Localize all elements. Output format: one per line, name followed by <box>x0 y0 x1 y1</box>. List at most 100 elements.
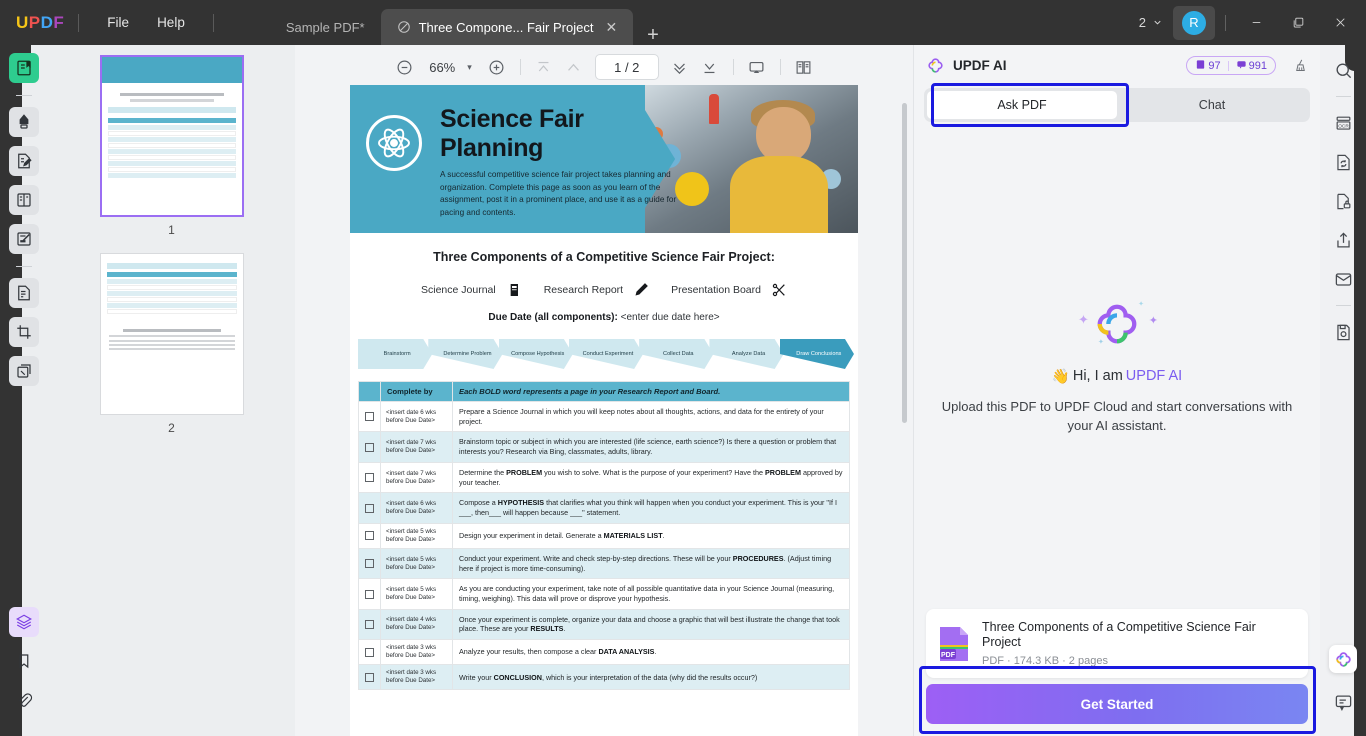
presentation-mode-button[interactable] <box>742 52 772 82</box>
tab-sample-pdf[interactable]: Sample PDF* <box>270 9 381 45</box>
thumbnail-page-2[interactable]: 2 <box>100 253 244 449</box>
row-date: <insert date 3 wks before Due Date> <box>381 640 453 665</box>
updf-ai-fab-button[interactable] <box>1329 645 1357 673</box>
sidebar-item-organize-pages[interactable] <box>9 185 39 215</box>
row-text: Analyze your results, then compose a cle… <box>453 640 850 665</box>
flow-step-active: Draw Conclusions <box>780 339 854 369</box>
row-date: <insert date 3 wks before Due Date> <box>381 665 453 690</box>
row-checkbox-cell[interactable] <box>359 609 381 639</box>
row-checkbox-cell[interactable] <box>359 640 381 665</box>
user-account-button[interactable]: R <box>1173 6 1215 40</box>
sidebar-item-highlighter[interactable] <box>9 107 39 137</box>
vertical-scrollbar[interactable] <box>902 103 907 423</box>
last-page-button[interactable] <box>695 52 725 82</box>
checkbox-icon[interactable] <box>365 412 374 421</box>
sidebar-item-attachment[interactable] <box>9 685 39 715</box>
search-button[interactable] <box>1328 55 1358 85</box>
checkbox-icon[interactable] <box>365 590 374 599</box>
previous-page-button[interactable] <box>559 52 589 82</box>
tab-label: Three Compone... Fair Project <box>419 20 594 35</box>
page-layout-button[interactable] <box>789 52 819 82</box>
tab-three-components[interactable]: Three Compone... Fair Project ✕ <box>381 9 634 45</box>
tab-count-dropdown[interactable]: 2 <box>1131 11 1171 34</box>
first-page-button[interactable] <box>529 52 559 82</box>
checkbox-icon[interactable] <box>365 531 374 540</box>
row-checkbox-cell[interactable] <box>359 579 381 609</box>
checkbox-icon[interactable] <box>365 473 374 482</box>
row-text: Determine the PROBLEM you wish to solve.… <box>453 462 850 492</box>
sidebar-item-convert[interactable] <box>9 278 39 308</box>
ai-file-card[interactable]: PDF Three Components of a Competitive Sc… <box>926 609 1308 678</box>
table-row: <insert date 3 wks before Due Date> Anal… <box>359 640 850 665</box>
sidebar-item-annotate[interactable] <box>9 224 39 254</box>
ai-file-name: Three Components of a Competitive Scienc… <box>982 620 1296 650</box>
row-checkbox-cell[interactable] <box>359 548 381 578</box>
minimize-button[interactable] <box>1236 0 1276 45</box>
tab-close-icon[interactable]: ✕ <box>605 19 617 36</box>
thumbnail-panel[interactable]: 1 <box>48 45 295 736</box>
email-button[interactable] <box>1328 264 1358 294</box>
ocr-button[interactable]: OCR <box>1328 108 1358 138</box>
thumbnail-page-1[interactable]: 1 <box>100 55 244 251</box>
divider <box>780 59 781 75</box>
zoom-dropdown-caret[interactable]: ▾ <box>467 62 472 73</box>
checkbox-icon[interactable] <box>365 648 374 657</box>
close-icon <box>1334 16 1347 29</box>
tab-chat[interactable]: Chat <box>1117 91 1307 119</box>
row-checkbox-cell[interactable] <box>359 493 381 523</box>
comment-icon <box>1334 693 1353 712</box>
save-button[interactable] <box>1328 317 1358 347</box>
close-window-button[interactable] <box>1320 0 1360 45</box>
share-button[interactable] <box>1328 225 1358 255</box>
zoom-out-button[interactable] <box>389 52 419 82</box>
comment-button[interactable] <box>1328 687 1358 717</box>
document-badge-icon <box>1195 59 1206 70</box>
menu-file[interactable]: File <box>93 10 143 35</box>
convert-button[interactable] <box>1328 147 1358 177</box>
updf-application-window: UPDF File Help Sample PDF* Three Compone… <box>0 0 1366 736</box>
bookmark-icon <box>15 652 33 670</box>
checkbox-icon[interactable] <box>365 673 374 682</box>
protect-button[interactable] <box>1328 186 1358 216</box>
row-checkbox-cell[interactable] <box>359 523 381 548</box>
tab-label: Sample PDF* <box>286 20 365 35</box>
zoom-level-value[interactable]: 66% <box>419 60 465 75</box>
waving-hand-icon: 👋 <box>1052 368 1070 385</box>
tab-ask-pdf[interactable]: Ask PDF <box>927 91 1117 119</box>
sidebar-item-crop[interactable] <box>9 317 39 347</box>
document-intro-text: A successful competitive science fair pr… <box>440 169 690 220</box>
component-label: Presentation Board <box>671 284 761 296</box>
row-checkbox-cell[interactable] <box>359 462 381 492</box>
row-checkbox-cell[interactable] <box>359 432 381 462</box>
thumbnail-image <box>100 55 244 217</box>
sidebar-item-reader[interactable] <box>9 53 39 83</box>
page-scroll-area[interactable]: Science Fair Planning A successful compe… <box>295 85 913 736</box>
sparkle-icon: ✦ <box>1098 338 1104 346</box>
sparkle-icon: ✦ <box>1078 312 1089 328</box>
row-checkbox-cell[interactable] <box>359 665 381 690</box>
ocr-icon: OCR <box>1334 114 1353 133</box>
ai-empty-state: ✦ ✦ ✦ ✦ 👋 Hi, I am UPDF AI Up <box>914 122 1320 609</box>
next-page-button[interactable] <box>665 52 695 82</box>
get-started-button[interactable]: Get Started <box>926 684 1308 724</box>
reader-icon <box>15 59 33 77</box>
maximize-button[interactable] <box>1278 0 1318 45</box>
clear-chat-button[interactable] <box>1293 58 1308 73</box>
menu-help[interactable]: Help <box>143 10 199 35</box>
sidebar-item-compress[interactable] <box>9 356 39 386</box>
sidebar-item-bookmark[interactable] <box>9 646 39 676</box>
checkbox-icon[interactable] <box>365 504 374 513</box>
zoom-in-button[interactable] <box>482 52 512 82</box>
checkbox-icon[interactable] <box>365 443 374 452</box>
sidebar-item-edit-pdf[interactable] <box>9 146 39 176</box>
divider <box>1336 305 1351 306</box>
page-indicator[interactable]: 1 / 2 <box>595 54 659 80</box>
due-date-value: <enter due date here> <box>621 312 720 323</box>
checkbox-icon[interactable] <box>365 559 374 568</box>
row-checkbox-cell[interactable] <box>359 402 381 432</box>
table-row: <insert date 6 wks before Due Date> Prep… <box>359 402 850 432</box>
new-tab-button[interactable]: + <box>647 25 659 45</box>
organize-pages-icon <box>15 191 33 209</box>
checkbox-icon[interactable] <box>365 620 374 629</box>
sidebar-item-layers[interactable] <box>9 607 39 637</box>
